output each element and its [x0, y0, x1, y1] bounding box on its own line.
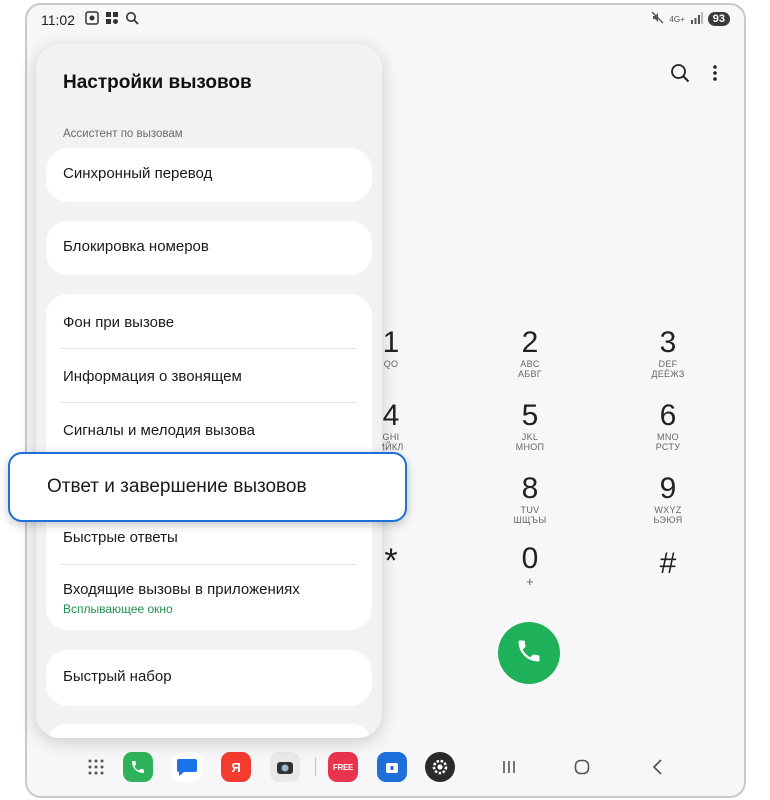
settings-card-speed-dial[interactable]: Быстрый набор: [46, 650, 372, 706]
menu-item-translation[interactable]: Синхронный перевод: [63, 165, 355, 182]
messages-app-icon[interactable]: [172, 752, 202, 782]
key-letters: JKL МНОП: [515, 432, 545, 452]
key-digit: 0: [521, 542, 539, 575]
divider: [61, 402, 357, 403]
dialer-actions: [670, 63, 718, 83]
menu-item-answer-end-calls[interactable]: Ответ и завершение вызовов: [8, 452, 407, 522]
divider: [61, 348, 357, 349]
status-bar: 11:02 4G+ 93: [27, 5, 744, 39]
settings-card-translation[interactable]: Синхронный перевод: [46, 148, 372, 202]
dialpad-key-8[interactable]: 8 TUV ШЩЪЫ: [490, 472, 570, 526]
battery-badge: 93: [707, 12, 730, 26]
menu-item-caller-info[interactable]: Информация о звонящем: [63, 368, 355, 385]
key-digit: 3: [659, 326, 677, 359]
secure-folder-icon[interactable]: [377, 752, 407, 782]
menu-item-call-background[interactable]: Фон при вызове: [63, 314, 355, 331]
recents-icon[interactable]: [498, 756, 520, 778]
search-status-icon: [125, 11, 139, 28]
menu-item-app-calls[interactable]: Входящие вызовы в приложениях Всплывающе…: [63, 581, 355, 616]
dialpad-key-0[interactable]: 0 +: [490, 543, 570, 589]
home-icon[interactable]: [571, 756, 593, 778]
panel-title: Настройки вызовов: [63, 72, 252, 93]
status-icons-right: 4G+ 93: [651, 11, 730, 27]
network-label: 4G+: [669, 14, 685, 24]
phone-app-icon[interactable]: [123, 752, 153, 782]
settings-app-icon[interactable]: [425, 752, 455, 782]
yandex-app-icon[interactable]: Я: [221, 752, 251, 782]
screenshot-icon: [85, 11, 99, 28]
section-label: Ассистент по вызовам: [63, 128, 183, 140]
call-button[interactable]: [498, 622, 560, 684]
menu-item-quick-replies[interactable]: Быстрые ответы: [63, 529, 355, 546]
key-digit: 8: [521, 472, 539, 505]
key-letters: +: [526, 574, 534, 589]
menu-item-answer-end-calls-label: Ответ и завершение вызовов: [47, 476, 307, 497]
dialpad-key-2[interactable]: 2 ABC АБВГ: [490, 326, 570, 380]
call-settings-panel: Настройки вызовов Ассистент по вызовам С…: [36, 44, 382, 738]
camera-app-icon[interactable]: [270, 752, 300, 782]
apps-grid-icon: [105, 11, 119, 28]
key-digit: 5: [521, 399, 539, 432]
key-letters: TUV ШЩЪЫ: [513, 505, 547, 525]
key-letters: DEF ДЕЁЖЗ: [651, 359, 685, 379]
dialpad-key-3[interactable]: 3 DEF ДЕЁЖЗ: [628, 326, 708, 380]
free-app-icon[interactable]: FREE: [328, 752, 358, 782]
dialpad-key-hash[interactable]: #: [628, 548, 708, 580]
back-icon[interactable]: [647, 756, 669, 778]
status-time: 11:02: [41, 12, 75, 28]
menu-item-ringtones[interactable]: Сигналы и мелодия вызова: [63, 422, 355, 439]
menu-item-app-calls-label: Входящие вызовы в приложениях: [63, 581, 300, 598]
key-digit: 6: [659, 399, 677, 432]
menu-item-block-numbers[interactable]: Блокировка номеров: [63, 238, 355, 255]
key-letters: MNO РСТУ: [655, 432, 681, 452]
signal-icon: [690, 11, 703, 27]
settings-card-next: [46, 724, 372, 738]
mute-icon: [651, 11, 664, 27]
taskbar: Я FREE: [27, 742, 744, 796]
menu-item-speed-dial[interactable]: Быстрый набор: [63, 668, 355, 685]
app-drawer-icon[interactable]: [85, 756, 107, 778]
taskbar-separator: [315, 758, 316, 776]
more-options-icon[interactable]: [712, 64, 718, 82]
dialpad-key-9[interactable]: 9 WXYZ ЬЭЮЯ: [628, 472, 708, 526]
key-digit: 2: [521, 326, 539, 359]
key-digit: #: [659, 547, 677, 580]
settings-card-block[interactable]: Блокировка номеров: [46, 221, 372, 275]
key-digit: 9: [659, 472, 677, 505]
menu-item-app-calls-sub: Всплывающее окно: [63, 602, 173, 616]
dialpad-key-5[interactable]: 5 JKL МНОП: [490, 399, 570, 453]
key-letters: ABC АБВГ: [518, 359, 542, 379]
phone-icon: [515, 637, 543, 670]
divider: [61, 564, 357, 565]
key-letters: WXYZ ЬЭЮЯ: [653, 505, 683, 525]
dialpad-key-6[interactable]: 6 MNO РСТУ: [628, 399, 708, 453]
search-icon[interactable]: [670, 63, 690, 83]
status-icons-left: [85, 11, 139, 28]
